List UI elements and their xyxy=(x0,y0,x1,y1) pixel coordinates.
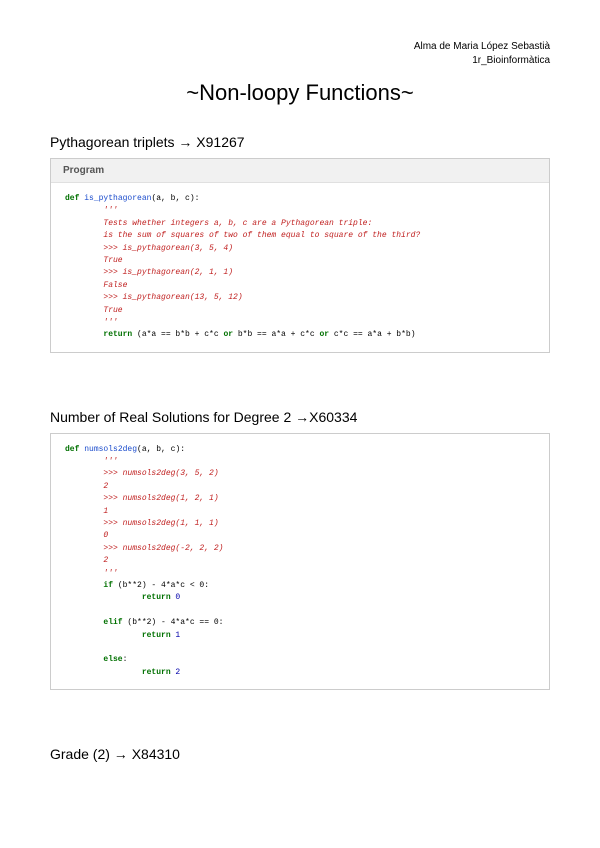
colon: : xyxy=(123,655,128,664)
page-header: Alma de Maria López Sebastià 1r_Bioinfor… xyxy=(50,40,550,68)
return-expr: b*b == a*a + c*c xyxy=(233,330,319,339)
function-name: numsols2deg xyxy=(84,445,137,454)
keyword-return: return xyxy=(142,593,171,602)
section-grade-label: Grade (2) → X84310 xyxy=(50,746,550,762)
docstring-open: ''' xyxy=(103,206,117,215)
docstring-line: 2 xyxy=(103,556,108,565)
return-value: 2 xyxy=(171,668,181,677)
docstring-line: 1 xyxy=(103,507,108,516)
spacer xyxy=(50,700,550,728)
keyword-or: or xyxy=(319,330,329,339)
section-pythagorean-label: Pythagorean triplets → X91267 xyxy=(50,134,550,150)
keyword-or: or xyxy=(223,330,233,339)
docstring-line: >>> numsols2deg(1, 1, 1) xyxy=(103,519,218,528)
docstring-line: 0 xyxy=(103,531,108,540)
return-value: 1 xyxy=(171,631,181,640)
docstring-line: >>> is_pythagorean(13, 5, 12) xyxy=(103,293,242,302)
docstring-line: >>> numsols2deg(-2, 2, 2) xyxy=(103,544,223,553)
condition: (b**2) - 4*a*c < 0: xyxy=(113,581,209,590)
params: (a, b, c): xyxy=(137,445,185,454)
docstring-line: >>> is_pythagorean(2, 1, 1) xyxy=(103,268,233,277)
code-block-numsols: def numsols2deg(a, b, c): ''' >>> numsol… xyxy=(51,434,549,689)
docstring-line: Tests whether integers a, b, c are a Pyt… xyxy=(103,219,372,228)
keyword-return: return xyxy=(103,330,132,339)
code-box-header: Program xyxy=(51,159,549,183)
docstring-line: >>> numsols2deg(1, 2, 1) xyxy=(103,494,218,503)
section-numsols-label: Number of Real Solutions for Degree 2 →X… xyxy=(50,409,550,425)
keyword-return: return xyxy=(142,631,171,640)
spacer xyxy=(50,363,550,391)
keyword-def: def xyxy=(65,445,79,454)
author-name: Alma de Maria López Sebastià xyxy=(50,40,550,54)
docstring-line: is the sum of squares of two of them equ… xyxy=(103,231,420,240)
return-expr: c*c == a*a + b*b) xyxy=(329,330,415,339)
return-expr: (a*a == b*b + c*c xyxy=(132,330,223,339)
return-value: 0 xyxy=(171,593,181,602)
docstring-line: >>> is_pythagorean(3, 5, 4) xyxy=(103,244,233,253)
keyword-def: def xyxy=(65,194,79,203)
code-block-pythagorean: def is_pythagorean(a, b, c): ''' Tests w… xyxy=(51,183,549,352)
docstring-close: ''' xyxy=(103,569,117,578)
docstring-line: True xyxy=(103,306,122,315)
params: (a, b, c): xyxy=(151,194,199,203)
docstring-line: 2 xyxy=(103,482,108,491)
docstring-line: >>> numsols2deg(3, 5, 2) xyxy=(103,469,218,478)
docstring-line: True xyxy=(103,256,122,265)
keyword-return: return xyxy=(142,668,171,677)
docstring-close: ''' xyxy=(103,318,117,327)
docstring-line: False xyxy=(103,281,127,290)
code-box-pythagorean: Program def is_pythagorean(a, b, c): '''… xyxy=(50,158,550,353)
document-page: Alma de Maria López Sebastià 1r_Bioinfor… xyxy=(0,0,600,790)
course-name: 1r_Bioinformàtica xyxy=(50,54,550,68)
keyword-elif: elif xyxy=(103,618,122,627)
page-title: ~Non-loopy Functions~ xyxy=(50,80,550,106)
keyword-else: else xyxy=(103,655,122,664)
code-box-numsols: def numsols2deg(a, b, c): ''' >>> numsol… xyxy=(50,433,550,690)
condition: (b**2) - 4*a*c == 0: xyxy=(123,618,224,627)
function-name: is_pythagorean xyxy=(84,194,151,203)
keyword-if: if xyxy=(103,581,113,590)
docstring-open: ''' xyxy=(103,457,117,466)
